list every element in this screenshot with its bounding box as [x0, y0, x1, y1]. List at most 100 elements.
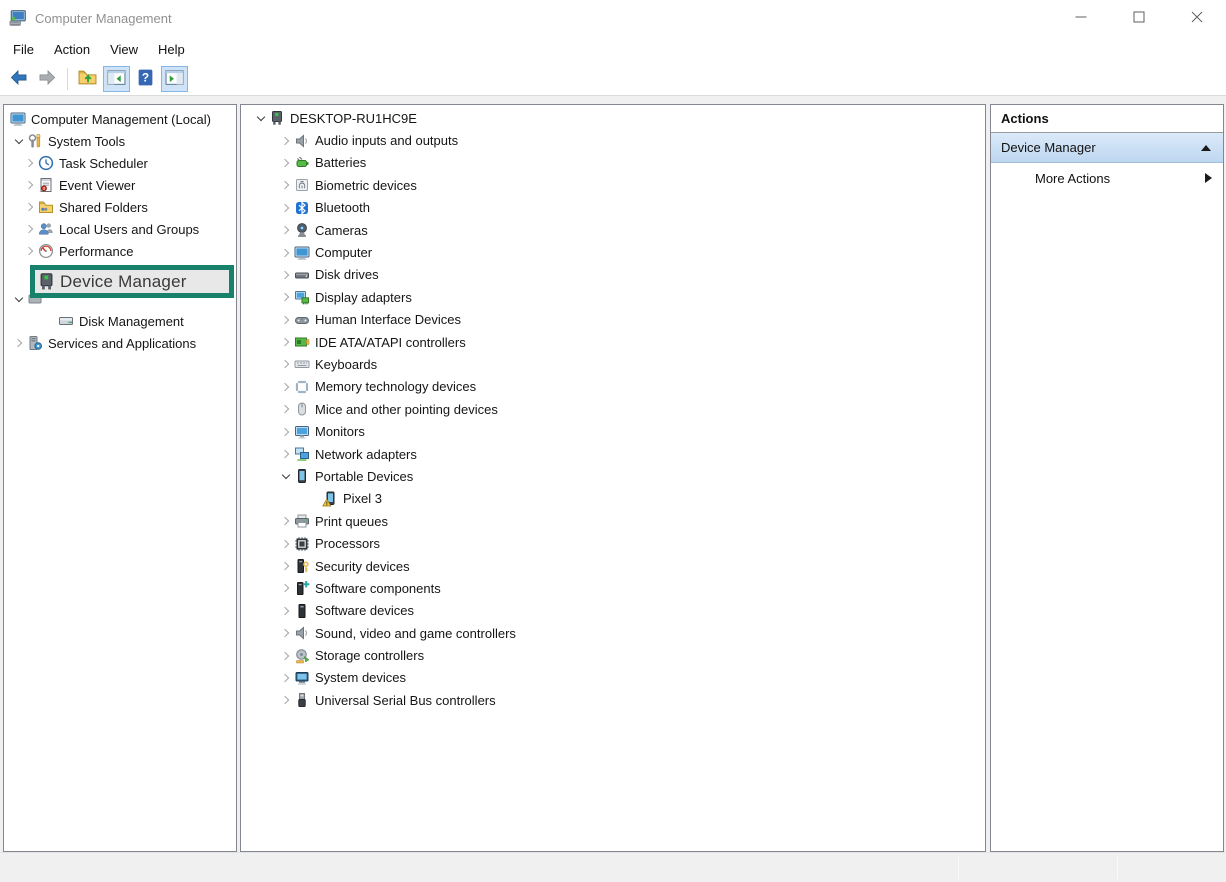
- tree-item[interactable]: Disk Management: [4, 310, 236, 332]
- shared-folders-icon: [38, 199, 54, 215]
- chevron-right-icon[interactable]: [278, 178, 293, 193]
- chevron-right-icon[interactable]: [278, 447, 293, 462]
- maximize-button[interactable]: [1110, 0, 1168, 36]
- tree-item[interactable]: Batteries: [241, 152, 985, 174]
- tree-item[interactable]: Network adapters: [241, 443, 985, 465]
- chevron-right-icon[interactable]: [11, 336, 26, 351]
- tree-item[interactable]: Universal Serial Bus controllers: [241, 689, 985, 711]
- chevron-right-icon[interactable]: [278, 603, 293, 618]
- tree-item[interactable]: Computer: [241, 241, 985, 263]
- chevron-right-icon[interactable]: [278, 693, 293, 708]
- tree-item-label: Human Interface Devices: [315, 312, 461, 327]
- chevron-right-icon[interactable]: [278, 559, 293, 574]
- menu-help[interactable]: Help: [148, 38, 195, 61]
- chevron-right-icon[interactable]: [278, 133, 293, 148]
- tree-item-label: Monitors: [315, 424, 365, 439]
- tree-item-label: Device Manager: [60, 272, 187, 292]
- tree-item[interactable]: Security devices: [241, 555, 985, 577]
- ide-controller-icon: [294, 334, 310, 350]
- chevron-down-icon[interactable]: [253, 111, 268, 126]
- tree-item[interactable]: Keyboards: [241, 353, 985, 375]
- chevron-right-icon[interactable]: [278, 223, 293, 238]
- tree-item[interactable]: Software devices: [241, 600, 985, 622]
- tree-item[interactable]: Mice and other pointing devices: [241, 398, 985, 420]
- tree-item[interactable]: Print queues: [241, 510, 985, 532]
- menu-action[interactable]: Action: [44, 38, 100, 61]
- console-tree: Computer Management (Local)System ToolsT…: [4, 105, 236, 354]
- up-one-level-button[interactable]: [74, 66, 101, 92]
- chevron-right-icon[interactable]: [278, 200, 293, 215]
- chevron-right-icon[interactable]: [22, 178, 37, 193]
- chevron-right-icon[interactable]: [278, 290, 293, 305]
- tree-item[interactable]: Memory technology devices: [241, 376, 985, 398]
- tree-item[interactable]: Display adapters: [241, 286, 985, 308]
- help-button[interactable]: ?: [132, 66, 159, 92]
- chevron-right-icon[interactable]: [22, 244, 37, 259]
- tree-item[interactable]: Portable Devices: [241, 465, 985, 487]
- forward-button[interactable]: [34, 66, 61, 92]
- menu-file[interactable]: File: [3, 38, 44, 61]
- chevron-right-icon[interactable]: [278, 648, 293, 663]
- chevron-right-icon[interactable]: [278, 536, 293, 551]
- more-actions-item[interactable]: More Actions: [991, 163, 1223, 193]
- computer-icon: [10, 111, 26, 127]
- tree-item[interactable]: Audio inputs and outputs: [241, 129, 985, 151]
- tree-item[interactable]: Computer Management (Local): [4, 108, 236, 130]
- chevron-right-icon[interactable]: [278, 267, 293, 282]
- chevron-down-icon[interactable]: [11, 134, 26, 149]
- tree-item[interactable]: System Tools: [4, 130, 236, 152]
- tree-item[interactable]: Human Interface Devices: [241, 309, 985, 331]
- keyboard-icon: [294, 356, 310, 372]
- annotation-highlight-device-manager[interactable]: Device Manager: [30, 265, 234, 298]
- menu-view[interactable]: View: [100, 38, 148, 61]
- show-action-pane-button[interactable]: [161, 66, 188, 92]
- chevron-right-icon[interactable]: [278, 670, 293, 685]
- tree-item[interactable]: DESKTOP-RU1HC9E: [241, 107, 985, 129]
- tree-item[interactable]: Biometric devices: [241, 174, 985, 196]
- chevron-right-icon[interactable]: [278, 245, 293, 260]
- forward-icon: [38, 69, 57, 89]
- chevron-down-icon[interactable]: [278, 469, 293, 484]
- chevron-right-icon[interactable]: [278, 155, 293, 170]
- tree-item[interactable]: Pixel 3: [241, 488, 985, 510]
- chevron-right-icon[interactable]: [22, 200, 37, 215]
- tree-item[interactable]: Monitors: [241, 420, 985, 442]
- tree-item-label: Disk Management: [79, 314, 184, 329]
- actions-group-device-manager[interactable]: Device Manager: [991, 133, 1223, 163]
- chevron-right-icon[interactable]: [278, 402, 293, 417]
- close-button[interactable]: [1168, 0, 1226, 36]
- chevron-right-icon[interactable]: [278, 379, 293, 394]
- tree-item[interactable]: Disk drives: [241, 264, 985, 286]
- chevron-right-icon[interactable]: [278, 312, 293, 327]
- tree-item[interactable]: IDE ATA/ATAPI controllers: [241, 331, 985, 353]
- back-button[interactable]: [5, 66, 32, 92]
- tree-item[interactable]: Cameras: [241, 219, 985, 241]
- tree-item[interactable]: Local Users and Groups: [4, 218, 236, 240]
- chevron-right-icon[interactable]: [22, 156, 37, 171]
- chevron-right-icon[interactable]: [278, 335, 293, 350]
- minimize-button[interactable]: [1052, 0, 1110, 36]
- tree-item[interactable]: Software components: [241, 577, 985, 599]
- tree-item[interactable]: Services and Applications: [4, 332, 236, 354]
- show-console-tree-button[interactable]: [103, 66, 130, 92]
- tree-item[interactable]: Shared Folders: [4, 196, 236, 218]
- collapse-icon[interactable]: [1201, 145, 1211, 151]
- chevron-right-icon[interactable]: [278, 581, 293, 596]
- tree-item[interactable]: Performance: [4, 240, 236, 262]
- tree-item[interactable]: Storage controllers: [241, 644, 985, 666]
- tree-item[interactable]: System devices: [241, 667, 985, 689]
- chevron-right-icon[interactable]: [278, 514, 293, 529]
- chevron-right-icon[interactable]: [278, 626, 293, 641]
- chevron-right-icon[interactable]: [22, 222, 37, 237]
- chevron-right-icon[interactable]: [278, 357, 293, 372]
- tree-item-label: Services and Applications: [48, 336, 196, 351]
- svg-text:?: ?: [142, 70, 149, 84]
- chevron-right-icon[interactable]: [278, 424, 293, 439]
- tree-item[interactable]: Task Scheduler: [4, 152, 236, 174]
- tree-item[interactable]: Bluetooth: [241, 197, 985, 219]
- tree-item[interactable]: Event Viewer: [4, 174, 236, 196]
- gamepad-icon: [294, 312, 310, 328]
- tree-item[interactable]: Processors: [241, 532, 985, 554]
- tree-item[interactable]: Sound, video and game controllers: [241, 622, 985, 644]
- chevron-down-icon[interactable]: [11, 292, 26, 307]
